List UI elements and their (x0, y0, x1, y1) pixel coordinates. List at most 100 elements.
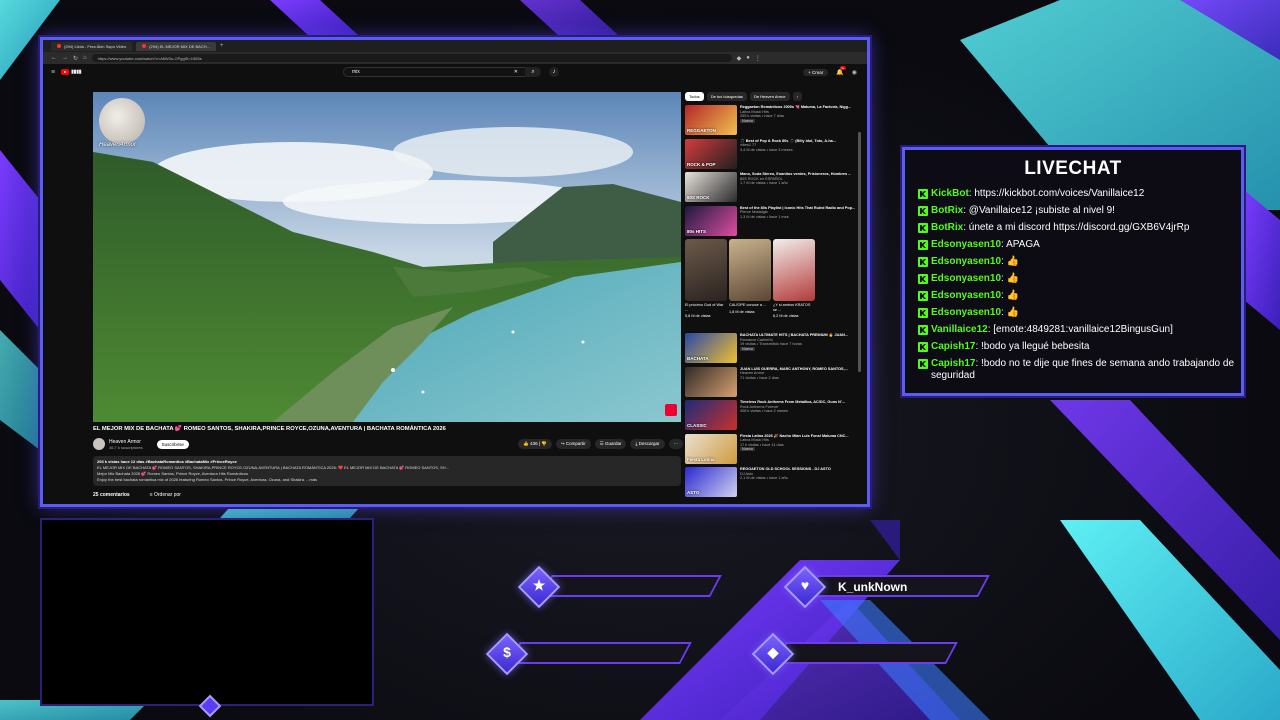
chip-all[interactable]: Todos (685, 92, 704, 101)
reload-icon[interactable]: ↻ (73, 55, 78, 62)
recommendation-item[interactable]: JUAN LUIS GUERRA, MARC ANTHONY, ROMEO SA… (685, 366, 863, 399)
tab-label: (294) EL MEJOR MIX DE BACH... (149, 43, 210, 49)
kick-icon (918, 291, 928, 301)
new-tab-icon[interactable]: + (220, 43, 224, 49)
short-item[interactable]: ¿Y si ambos KRATOS se ... 6,2 M de vistas (773, 239, 815, 331)
chip-from-channel[interactable]: De Heaven Armor (749, 92, 790, 101)
bell-icon[interactable]: 🔔 9+ (836, 65, 846, 76)
like-count: 436 (530, 441, 538, 446)
subscribe-button[interactable]: Suscribirse (156, 439, 189, 449)
back-icon[interactable]: ← (51, 55, 57, 61)
chat-username[interactable]: BotRix (931, 222, 963, 233)
video-frame-landscape (93, 92, 681, 422)
chat-username[interactable]: KickBot (931, 188, 969, 199)
video-player[interactable]: HeavenArmor (93, 92, 681, 422)
social-dollar: $ (485, 632, 696, 676)
description-box[interactable]: 293 k vistas hace 12 días #BachataRomant… (93, 456, 681, 486)
chat-username[interactable]: Edsonyasen10 (931, 239, 1001, 250)
description-line: Enjoy the best bachata romántica mix of … (97, 477, 318, 482)
recommendation-thumbnail: BACHATA (685, 333, 737, 363)
short-item[interactable]: CALÍOPE conoce a ... 1,8 M de vistas (729, 239, 771, 331)
short-thumbnail (773, 239, 815, 301)
recommendation-meta: 3,4 M de vistas • hace 3 meses (740, 147, 793, 152)
save-button[interactable]: ☰ Guardar (594, 439, 627, 449)
recommendation-thumbnail: REGGAETON (685, 105, 737, 135)
chat-text: 👍 (1006, 307, 1020, 318)
channel-name[interactable]: Heaven Armor (109, 439, 143, 445)
chip-from-searches[interactable]: De tus búsquedas (706, 92, 747, 101)
menu-icon[interactable]: ⋮ (755, 55, 761, 62)
social-bar (540, 575, 722, 597)
tab-1[interactable]: (294) Lilola - Fera Ákin Sapo Video (51, 41, 133, 51)
sidebar-scrollbar[interactable] (858, 132, 861, 372)
avatar-icon[interactable]: ◉ (852, 69, 857, 76)
heart-label: K_unkNown (838, 580, 908, 594)
chat-message: Edsonyasen10: 👍 (918, 273, 1236, 285)
dislike-icon: 👎 (541, 441, 547, 446)
recommendation-title: BACHATA ULTIMATE HITS | BACHATA PREMIUM … (740, 333, 849, 337)
chat-username[interactable]: Edsonyasen10 (931, 290, 1001, 301)
kick-icon (918, 274, 928, 284)
chat-body: Vanillaice12: [emote:4849281:vanillaice1… (931, 324, 1173, 335)
url-field[interactable]: https://www.youtube.com/watch?v=AfiW3u-O… (91, 54, 732, 62)
recommendation-item[interactable]: ROCK & POP 🎵 Best of Pop & Rock 80s 🎵 (Bi… (685, 138, 863, 171)
chat-username[interactable]: Vanillaice12 (931, 324, 988, 335)
chat-username[interactable]: Capish17 (931, 358, 975, 369)
like-button[interactable]: 👍 436 | 👎 (518, 439, 552, 449)
notification-badge: 9+ (840, 65, 846, 70)
chat-text: 👍 (1006, 256, 1020, 267)
mic-icon[interactable]: ♪ (549, 67, 559, 77)
recommendation-item[interactable]: 80S ROCK Mano, Soda Stereo, Enanitos verd… (685, 172, 863, 204)
recommendation-text: Mano, Soda Stereo, Enanitos verdes, Pris… (740, 172, 851, 204)
tab-label: (294) Lilola - Fera Ákin Sapo Video (64, 43, 127, 49)
sort-button[interactable]: ≡ Ordenar por (150, 492, 181, 498)
chat-text: APAGA (1006, 239, 1040, 250)
heart-icon: ♥ (800, 577, 810, 593)
create-button[interactable]: + Crear (803, 68, 829, 76)
filter-chips: Todos De tus búsquedas De Heaven Armor › (685, 92, 863, 101)
recommendation-item[interactable]: BACHATA BACHATA ULTIMATE HITS | BACHATA P… (685, 333, 863, 365)
extension-icon[interactable]: ◆ (737, 55, 742, 62)
channel-watermark (99, 98, 145, 144)
address-bar: ← → ↻ ⌂ https://www.youtube.com/watch?v=… (43, 52, 867, 64)
hamburger-icon[interactable]: ≡ (51, 69, 55, 76)
social-diamond: ◆ (751, 632, 962, 676)
chat-username[interactable]: Capish17 (931, 341, 975, 352)
recommendation-item[interactable]: REGGAETON Reggaeton Románticos 2000s 💘 Ma… (685, 105, 863, 137)
recommendation-meta: 71 visitas • hace 2 días (740, 375, 779, 380)
recommendation-item[interactable]: Fiesta Latina Fiesta Latina 2026 🎉 Nacho … (685, 433, 863, 466)
kick-icon (918, 223, 928, 233)
watermark-label: HeavenArmor (99, 142, 137, 148)
youtube-header: ≡ ▮▮▮▮ mix ✕ ⌕ ♪ + Crear 🔔 9+ ◉ (43, 64, 867, 80)
home-icon[interactable]: ⌂ (83, 55, 87, 61)
recommendation-thumbnail (685, 366, 737, 397)
chat-username[interactable]: Edsonyasen10 (931, 307, 1001, 318)
short-item[interactable]: El próximo God of War ... 5,8 M de vistas (685, 239, 727, 331)
share-button[interactable]: ↪ Compartir (555, 439, 591, 449)
social-bar (774, 642, 958, 664)
video-title: EL MEJOR MIX DE BACHATA 💕 ROMEO SANTOS, … (93, 426, 446, 432)
chat-body: BotRix: únete a mi discord https://disco… (931, 222, 1190, 233)
forward-icon[interactable]: → (62, 55, 68, 61)
chat-username[interactable]: Edsonyasen10 (931, 273, 1001, 284)
recommendation-item[interactable]: ASTO REGGAETON OLD SCHOOL SESSIONS - DJ A… (685, 467, 863, 499)
clear-search-icon[interactable]: ✕ (514, 69, 518, 75)
recommendation-text: Fiesta Latina 2026 🎉 Nacho Mian Luis Fon… (740, 434, 849, 466)
profile-icon[interactable]: ● (746, 55, 750, 61)
search-button[interactable]: ⌕ (525, 67, 541, 77)
recommendation-item[interactable]: 80s HITS Best of the 80s Playlist | Iconi… (685, 205, 863, 238)
short-title: CALÍOPE conoce a ... (729, 303, 767, 307)
tab-2[interactable]: (294) EL MEJOR MIX DE BACH... (136, 41, 216, 51)
download-button[interactable]: ⤓ Descargar (630, 439, 665, 449)
recommendation-item[interactable]: CLASSIC Timeless Rock Anthems From Metall… (685, 400, 863, 432)
chat-username[interactable]: BotRix (931, 205, 963, 216)
recommendation-meta: 2,1 M de vistas • hace 1 año (740, 476, 788, 481)
more-actions-button[interactable]: ⋯ (668, 439, 683, 449)
recommendation-thumbnail: 80S ROCK (685, 172, 737, 202)
chat-messages: KickBot: https://kickbot.com/voices/Vani… (918, 188, 1236, 387)
search-input[interactable]: mix ✕ (343, 67, 533, 77)
channel-avatar[interactable] (93, 438, 105, 450)
chat-username[interactable]: Edsonyasen10 (931, 256, 1001, 267)
chips-next-icon[interactable]: › (792, 92, 803, 101)
youtube-logo[interactable]: ▮▮▮▮ (61, 69, 82, 75)
